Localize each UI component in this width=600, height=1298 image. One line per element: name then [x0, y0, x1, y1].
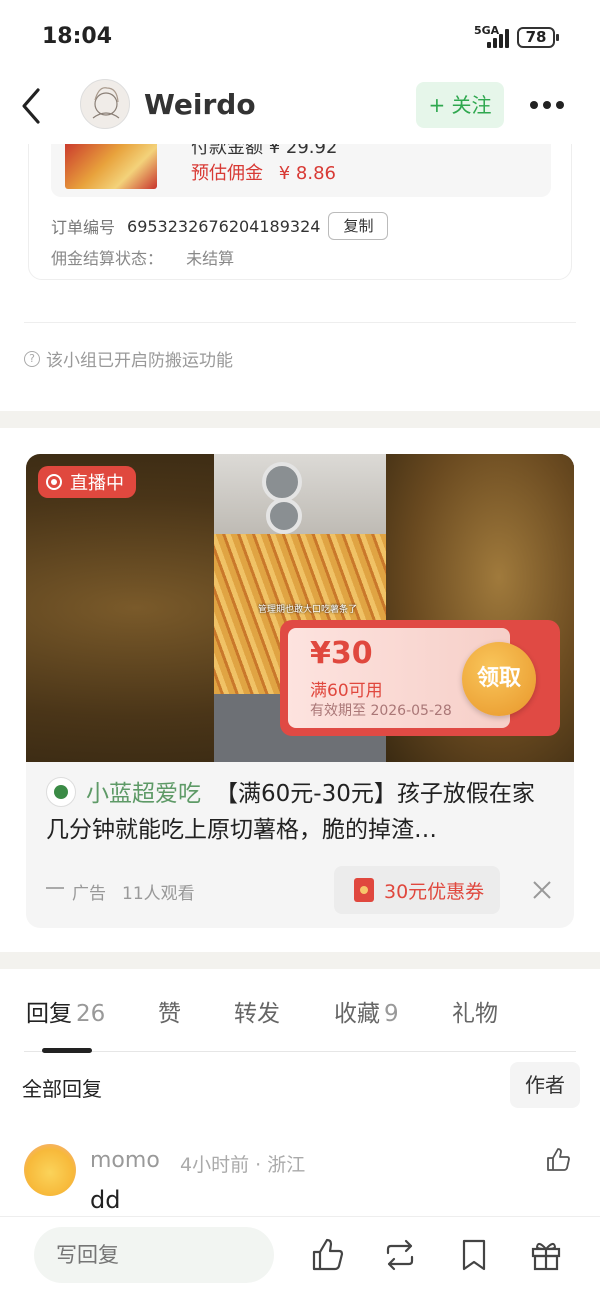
live-badge: 直播中: [38, 466, 136, 498]
brand-logo-icon: [46, 776, 76, 807]
live-label: 直播中: [70, 473, 124, 494]
commission-label: 预估佣金: [191, 163, 263, 184]
settle-label: 佣金结算状态：: [51, 249, 164, 268]
coupon-validity: 有效期至 2026-05-28: [310, 703, 452, 719]
more-icon[interactable]: [528, 96, 566, 114]
order-number: 6953232676204189324: [127, 216, 321, 236]
divider: [24, 322, 576, 323]
ad-title-block[interactable]: 小蓝超爱吃 【满60元-30元】孩子放假在家几分钟就能吃上原切薯格，脆的掉渣…: [46, 776, 556, 848]
coupon-condition: 满60可用: [310, 681, 383, 701]
close-icon[interactable]: [530, 878, 554, 902]
tab-count: 9: [384, 1001, 399, 1027]
anti-repost-text: 该小组已开启防搬运功能: [46, 351, 233, 371]
ad-card[interactable]: 管理期也敢大口吃薯条了 直播中 ¥30 满60可用 有效期至 2026-05-2…: [26, 454, 574, 928]
red-envelope-icon: [354, 878, 374, 902]
claim-coupon-button[interactable]: 领取: [462, 642, 536, 716]
product-thumbnail: [65, 139, 157, 189]
voucher-button[interactable]: 30元优惠券: [334, 866, 501, 914]
viewer-count: 11人观看: [122, 884, 195, 904]
user-name[interactable]: Weirdo: [144, 88, 256, 121]
status-bar: 18:04 5GA 78: [0, 0, 600, 72]
active-tab-indicator: [42, 1048, 92, 1053]
author-filter-button[interactable]: 作者: [510, 1062, 580, 1108]
commission-row: 预估佣金 ¥ 8.86: [191, 159, 336, 185]
section-gap: [0, 411, 600, 428]
all-replies-label[interactable]: 全部回复: [22, 1073, 102, 1102]
section-gap: [0, 952, 600, 969]
tab-label: 礼物: [452, 1001, 498, 1027]
ad-mark-icon: [46, 886, 64, 897]
comment-meta: 4小时前 · 浙江: [180, 1154, 306, 1176]
tab-label: 收藏: [334, 1001, 380, 1027]
tab-likes[interactable]: 赞: [158, 994, 181, 1028]
bookmark-icon[interactable]: [456, 1237, 492, 1273]
tab-replies[interactable]: 回复 26: [26, 994, 105, 1028]
bottom-action-bar: [0, 1216, 600, 1298]
comment-username[interactable]: momo: [90, 1148, 160, 1173]
avatar[interactable]: [80, 79, 130, 129]
thumbs-up-icon[interactable]: [544, 1146, 572, 1174]
comment-body: dd: [90, 1186, 121, 1214]
comment-avatar[interactable]: [24, 1144, 76, 1196]
tabs-divider: [24, 1051, 576, 1052]
order-number-row: 订单编号 6953232676204189324 复制: [51, 211, 389, 241]
reply-input[interactable]: [34, 1227, 274, 1283]
tab-count: 26: [76, 1001, 106, 1027]
coupon-card[interactable]: ¥30 满60可用 有效期至 2026-05-28 领取: [280, 620, 560, 736]
knob-shape: [262, 462, 302, 502]
ad-label: 广告: [72, 884, 106, 904]
anti-repost-notice: ? 该小组已开启防搬运功能: [24, 346, 233, 371]
tab-favorites[interactable]: 收藏 9: [334, 994, 399, 1028]
tab-label: 转发: [234, 1001, 280, 1027]
gift-icon[interactable]: [528, 1237, 564, 1273]
back-arrow-icon[interactable]: [18, 86, 48, 126]
tab-label: 回复: [26, 1001, 72, 1027]
live-video-preview[interactable]: 管理期也敢大口吃薯条了 直播中 ¥30 满60可用 有效期至 2026-05-2…: [26, 454, 574, 762]
repost-icon[interactable]: [382, 1237, 418, 1273]
ad-meta: 广告 11人观看: [46, 879, 195, 904]
follow-button[interactable]: + 关注: [416, 82, 504, 128]
live-icon: [46, 474, 62, 490]
video-caption: 管理期也敢大口吃薯条了: [258, 605, 358, 615]
tab-reposts[interactable]: 转发: [234, 994, 280, 1028]
settle-status-row: 佣金结算状态： 未结算: [51, 245, 234, 269]
tab-label: 赞: [158, 1001, 181, 1027]
tab-gifts[interactable]: 礼物: [452, 994, 498, 1028]
coupon-price: ¥30: [310, 636, 373, 671]
ad-brand[interactable]: 小蓝超爱吃: [86, 781, 201, 807]
copy-button[interactable]: 复制: [328, 212, 389, 240]
like-icon[interactable]: [310, 1237, 346, 1273]
order-number-label: 订单编号: [51, 218, 116, 237]
settle-value: 未结算: [186, 249, 235, 268]
knob-shape: [266, 498, 302, 534]
status-time: 18:04: [42, 24, 113, 49]
top-nav: Weirdo + 关注: [0, 72, 600, 144]
battery-icon: 78: [517, 27, 559, 48]
question-icon: ?: [24, 350, 40, 367]
voucher-label: 30元优惠券: [384, 880, 485, 903]
reply-tabs: 回复 26 赞 转发 收藏 9 礼物: [0, 994, 600, 1040]
signal-icon: [487, 28, 511, 48]
commission-value: ¥ 8.86: [278, 163, 336, 184]
